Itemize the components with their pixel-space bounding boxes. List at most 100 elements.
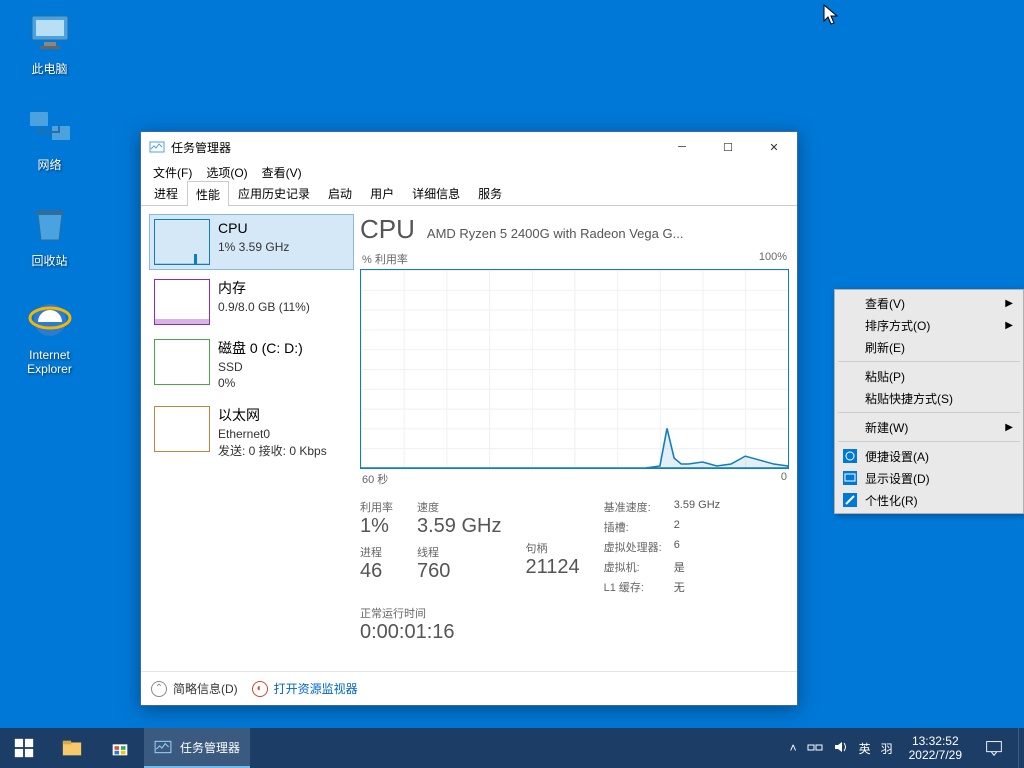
menu-item-label: 个性化(R): [865, 492, 918, 509]
menu-refresh[interactable]: 刷新(E): [837, 336, 1021, 358]
tray-chevron-up-icon[interactable]: ˄: [790, 741, 797, 755]
desktop-icon-network[interactable]: 网络: [12, 104, 87, 173]
desktop-icon-label: 此电脑: [12, 60, 87, 77]
menubar: 文件(F) 选项(O) 查看(V): [141, 162, 797, 182]
desktop-icon-ie[interactable]: Internet Explorer: [12, 296, 87, 376]
uptime-value: 0:00:01:16: [360, 621, 789, 644]
desktop-icon-this-pc[interactable]: 此电脑: [12, 8, 87, 77]
show-desktop-button[interactable]: [1018, 728, 1024, 768]
sidebar-item-disk[interactable]: 磁盘 0 (C: D:)SSD0%: [149, 334, 354, 397]
clock-date: 2022/7/29: [909, 748, 962, 762]
menu-personalize[interactable]: 个性化(R): [837, 489, 1021, 511]
tray-ime1[interactable]: 英: [859, 740, 871, 757]
chevron-up-icon: ⌃: [151, 681, 167, 697]
tabs: 进程 性能 应用历史记录 启动 用户 详细信息 服务: [141, 182, 797, 206]
cursor-icon: [823, 4, 841, 31]
stat-speed-label: 速度: [417, 499, 501, 515]
resmon-icon: ◐: [252, 681, 268, 697]
open-resource-monitor-link[interactable]: ◐打开资源监视器: [252, 680, 358, 697]
chevron-right-icon: ▶: [1005, 320, 1013, 331]
stat-proc: 46: [360, 560, 393, 583]
network-mini-chart: [154, 406, 210, 452]
menu-sort-by[interactable]: 排序方式(O) ▶: [837, 314, 1021, 336]
start-button[interactable]: [0, 728, 48, 768]
desktop-icon-label: Internet Explorer: [12, 348, 87, 376]
tray-network-icon[interactable]: [807, 739, 823, 758]
stat-threads: 760: [417, 560, 501, 583]
recycle-bin-icon: [26, 200, 74, 248]
minimize-button[interactable]: ─: [659, 132, 705, 162]
fewer-details-label: 简略信息(D): [173, 680, 238, 697]
explorer-button[interactable]: [48, 728, 96, 768]
menu-separator: [838, 441, 1020, 442]
tab-processes[interactable]: 进程: [145, 180, 187, 205]
pc-icon: [26, 8, 74, 56]
menu-item-label: 排序方式(O): [865, 317, 930, 334]
menu-paste[interactable]: 粘贴(P): [837, 365, 1021, 387]
tab-details[interactable]: 详细信息: [403, 180, 469, 205]
chart-xleft: 60 秒: [362, 471, 388, 487]
menu-item-label: 新建(W): [865, 419, 908, 436]
cpu-model: AMD Ryzen 5 2400G with Radeon Vega G...: [427, 226, 684, 241]
menu-new[interactable]: 新建(W)▶: [837, 416, 1021, 438]
maximize-button[interactable]: ☐: [705, 132, 751, 162]
task-manager-icon: [149, 139, 165, 155]
clock-time: 13:32:52: [909, 734, 962, 748]
tab-performance[interactable]: 性能: [187, 181, 229, 206]
sidebar-item-sub2: 发送: 0 接收: 0 Kbps: [218, 443, 327, 460]
kv-l1-v: 无: [674, 579, 720, 595]
perf-sidebar: CPU1% 3.59 GHz 内存0.9/8.0 GB (11%) 磁盘 0 (…: [149, 214, 354, 663]
cpu-chart[interactable]: [360, 269, 789, 469]
menu-item-label: 显示设置(D): [865, 470, 930, 487]
sidebar-item-cpu[interactable]: CPU1% 3.59 GHz: [149, 214, 354, 270]
tab-services[interactable]: 服务: [469, 180, 511, 205]
stat-util-label: 利用率: [360, 499, 393, 515]
sidebar-item-sub: Ethernet0: [218, 426, 327, 443]
content: CPU1% 3.59 GHz 内存0.9/8.0 GB (11%) 磁盘 0 (…: [141, 206, 797, 671]
kv-sockets-v: 2: [674, 519, 720, 535]
sidebar-item-sub: 0.9/8.0 GB (11%): [218, 299, 310, 316]
task-manager-icon: [154, 738, 172, 756]
uptime-label: 正常运行时间: [360, 605, 789, 621]
titlebar[interactable]: 任务管理器 ─ ☐ ✕: [141, 132, 797, 162]
menu-quick-settings[interactable]: 便捷设置(A): [837, 445, 1021, 467]
menu-view[interactable]: 查看(V) ▶: [837, 292, 1021, 314]
taskbar-item-label: 任务管理器: [180, 739, 240, 756]
settings-icon: [841, 447, 859, 465]
taskbar-clock[interactable]: 13:32:52 2022/7/29: [901, 734, 970, 763]
tray-volume-icon[interactable]: [833, 739, 849, 758]
system-tray: ˄ 英 羽: [782, 739, 901, 758]
menu-item-label: 便捷设置(A): [865, 448, 929, 465]
sidebar-item-sub: SSD: [218, 359, 303, 376]
store-button[interactable]: [96, 728, 144, 768]
stat-threads-label: 线程: [417, 544, 501, 560]
chevron-right-icon: ▶: [1005, 298, 1013, 309]
chart-line: [361, 270, 788, 468]
tab-startup[interactable]: 启动: [319, 180, 361, 205]
taskbar-item-task-manager[interactable]: 任务管理器: [144, 728, 250, 768]
kv-sockets-k: 插槽:: [604, 519, 662, 535]
kv-l1-k: L1 缓存:: [604, 579, 662, 595]
taskbar: 任务管理器 ˄ 英 羽 13:32:52 2022/7/29: [0, 728, 1024, 768]
menu-item-label: 查看(V): [865, 295, 905, 312]
sidebar-item-sub: 1% 3.59 GHz: [218, 239, 289, 256]
task-manager-window: 任务管理器 ─ ☐ ✕ 文件(F) 选项(O) 查看(V) 进程 性能 应用历史…: [140, 131, 798, 706]
kv-vm-k: 虚拟机:: [604, 559, 662, 575]
sidebar-item-ethernet[interactable]: 以太网Ethernet0发送: 0 接收: 0 Kbps: [149, 401, 354, 464]
tray-ime2[interactable]: 羽: [881, 740, 893, 757]
memory-mini-chart: [154, 279, 210, 325]
desktop-icon-recycle-bin[interactable]: 回收站: [12, 200, 87, 269]
kv-vproc-v: 6: [674, 539, 720, 555]
tab-users[interactable]: 用户: [361, 180, 403, 205]
menu-display-settings[interactable]: 显示设置(D): [837, 467, 1021, 489]
stat-util: 1%: [360, 515, 393, 538]
fewer-details-button[interactable]: ⌃ 简略信息(D): [151, 680, 238, 697]
action-center-button[interactable]: [970, 728, 1018, 768]
menu-item-label: 粘贴(P): [865, 368, 905, 385]
tab-app-history[interactable]: 应用历史记录: [229, 180, 319, 205]
sidebar-item-memory[interactable]: 内存0.9/8.0 GB (11%): [149, 274, 354, 330]
close-button[interactable]: ✕: [751, 132, 797, 162]
stat-proc-label: 进程: [360, 544, 393, 560]
menu-paste-shortcut[interactable]: 粘贴快捷方式(S): [837, 387, 1021, 409]
sidebar-item-sub2: 0%: [218, 375, 303, 392]
